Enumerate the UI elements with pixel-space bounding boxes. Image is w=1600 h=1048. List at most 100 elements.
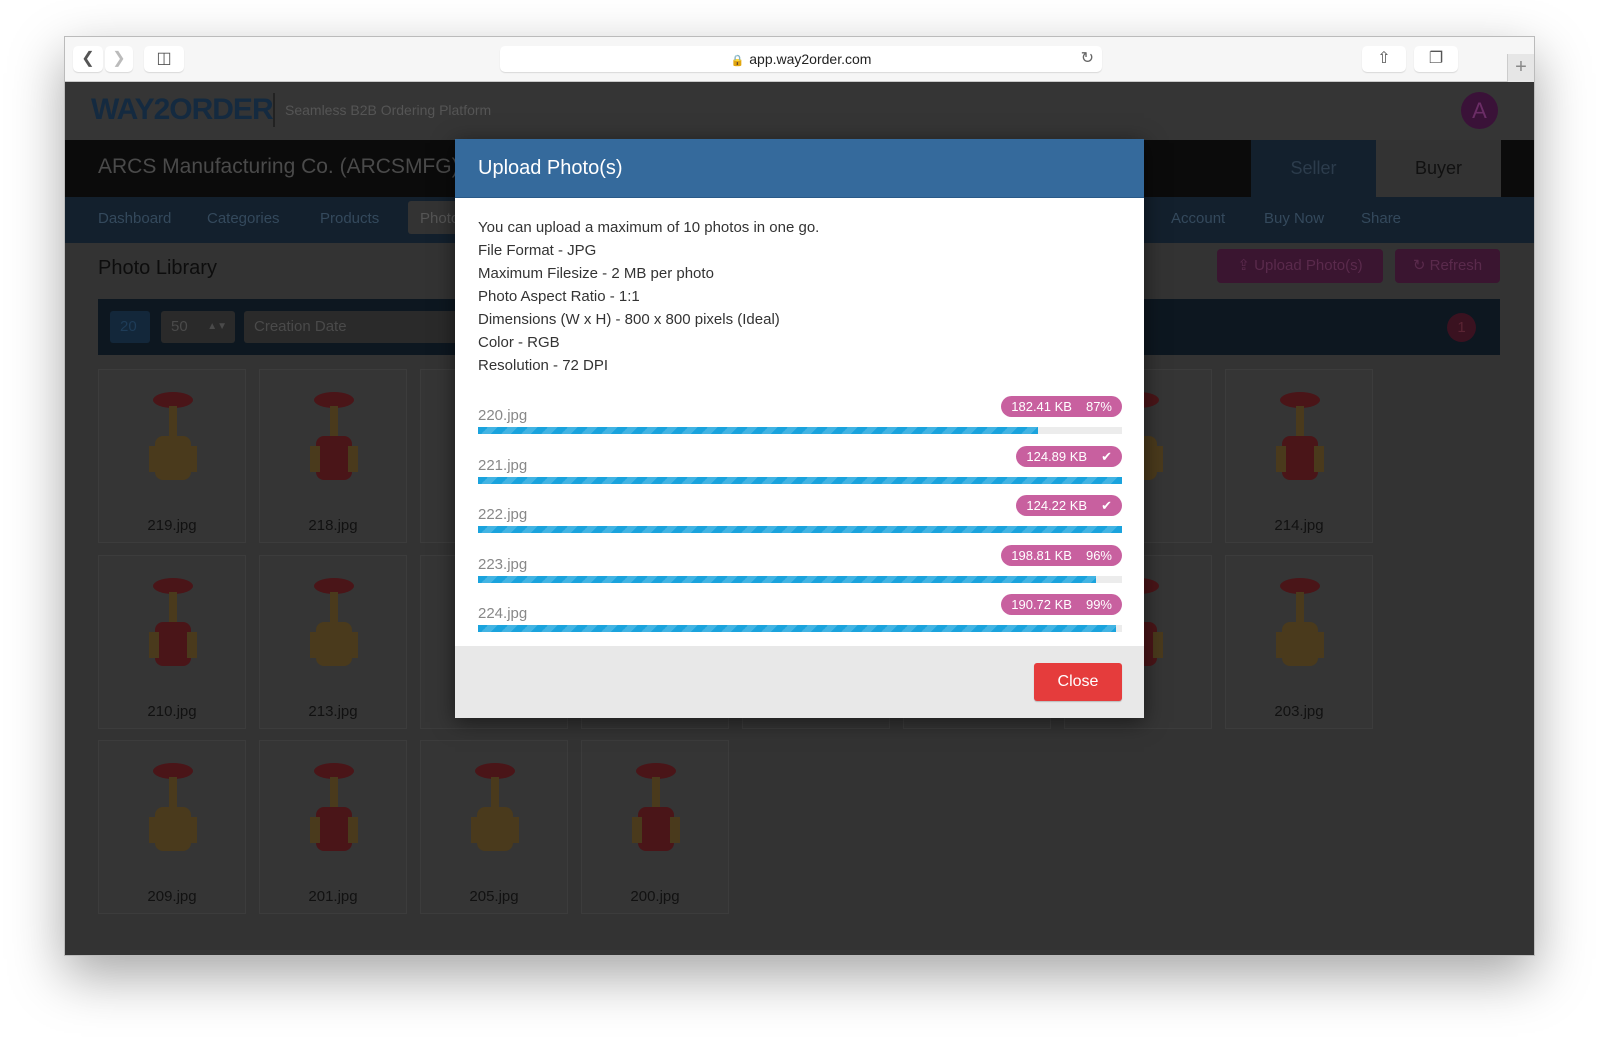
refresh-icon: ↻	[1412, 257, 1430, 274]
valve-thumbnail	[310, 392, 358, 480]
file-status-badge: 182.41 KB 87%	[1001, 396, 1122, 417]
file-status-badge: 190.72 KB 99%	[1001, 594, 1122, 615]
new-tab-icon[interactable]: +	[1507, 54, 1534, 82]
address-bar[interactable]: 🔒 app.way2order.com ↻	[500, 46, 1102, 72]
valve-thumbnail	[149, 392, 197, 480]
nav-categories[interactable]: Categories	[207, 210, 280, 227]
forward-icon[interactable]: ❯	[105, 46, 133, 72]
photo-filename: 214.jpg	[1274, 517, 1324, 534]
upload-row: 220.jpg 182.41 KB 87%	[478, 394, 1122, 444]
file-percent: 96%	[1085, 547, 1112, 563]
refresh-button[interactable]: ↻ Refresh	[1395, 249, 1500, 283]
upload-photos-button[interactable]: ⇪ Upload Photo(s)	[1217, 249, 1383, 283]
progress-bar	[478, 575, 1122, 583]
upload-list: 220.jpg 182.41 KB 87% 221.jpg 124.89 KB ✔ …	[478, 394, 1122, 642]
check-icon: ✔	[1101, 448, 1112, 464]
photo-tile[interactable]: 200.jpg	[581, 740, 729, 914]
nav-share[interactable]: Share	[1361, 210, 1401, 227]
upload-modal: Upload Photo(s) You can upload a maximum…	[455, 139, 1144, 718]
photo-tile[interactable]: 219.jpg	[98, 369, 246, 543]
file-size: 198.81 KB	[1011, 547, 1072, 563]
photo-tile[interactable]: 213.jpg	[259, 555, 407, 729]
valve-thumbnail	[471, 763, 519, 851]
share-icon[interactable]: ⇧	[1362, 46, 1406, 72]
modal-title: Upload Photo(s)	[455, 139, 1144, 198]
avatar[interactable]: A	[1461, 92, 1498, 129]
photo-tile[interactable]: 201.jpg	[259, 740, 407, 914]
upload-row: 224.jpg 190.72 KB 99%	[478, 592, 1122, 642]
file-name: 222.jpg	[478, 506, 528, 523]
tabs-icon[interactable]: ❐	[1414, 46, 1458, 72]
tagline: Seamless B2B Ordering Platform	[273, 93, 491, 127]
photo-tile[interactable]: 205.jpg	[420, 740, 568, 914]
photo-tile[interactable]: 203.jpg	[1225, 555, 1373, 729]
upload-info: You can upload a maximum of 10 photos in…	[478, 216, 1122, 377]
per-page-select[interactable]: 50 ▲▼	[161, 311, 235, 343]
upload-label: Upload Photo(s)	[1254, 257, 1363, 274]
role-seller[interactable]: Seller	[1251, 140, 1376, 197]
valve-thumbnail	[310, 763, 358, 851]
logo[interactable]: WAY2ORDER	[91, 93, 274, 127]
url-text: app.way2order.com	[749, 51, 872, 67]
upload-row: 223.jpg 198.81 KB 96%	[478, 543, 1122, 593]
progress-bar	[478, 427, 1122, 434]
valve-thumbnail	[310, 578, 358, 666]
file-status-badge: 124.22 KB ✔	[1016, 495, 1122, 516]
info-line: Resolution - 72 DPI	[478, 357, 609, 374]
company-name: ARCS Manufacturing Co. (ARCSMFG)	[98, 155, 459, 178]
nav-buy-now[interactable]: Buy Now	[1264, 210, 1324, 227]
sort-select[interactable]: Creation Date	[244, 311, 464, 343]
file-status-badge: 124.89 KB ✔	[1016, 445, 1122, 467]
page-title: Photo Library	[98, 257, 217, 279]
nav-account[interactable]: Account	[1171, 210, 1225, 227]
info-line: Maximum Filesize - 2 MB per photo	[478, 265, 714, 282]
back-icon[interactable]: ❮	[73, 46, 103, 72]
photo-filename: 203.jpg	[1274, 703, 1324, 720]
file-name: 224.jpg	[478, 605, 528, 622]
close-button[interactable]: Close	[1034, 663, 1122, 701]
reload-icon[interactable]: ↻	[1081, 46, 1094, 72]
photo-filename: 210.jpg	[147, 703, 197, 720]
progress-fill	[478, 625, 1116, 632]
valve-thumbnail	[1276, 392, 1324, 480]
file-name: 220.jpg	[478, 407, 528, 424]
photo-filename: 219.jpg	[147, 517, 197, 534]
photo-tile[interactable]: 209.jpg	[98, 740, 246, 914]
progress-fill	[478, 427, 1039, 434]
refresh-label: Refresh	[1429, 257, 1483, 274]
progress-bar	[478, 526, 1122, 533]
upload-row: 221.jpg 124.89 KB ✔	[478, 444, 1122, 494]
file-size: 190.72 KB	[1011, 597, 1072, 612]
upload-row: 222.jpg 124.22 KB ✔	[478, 493, 1122, 543]
per-page-value: 50	[171, 318, 188, 335]
nav-dashboard[interactable]: Dashboard	[98, 210, 171, 227]
photo-filename: 213.jpg	[308, 703, 358, 720]
info-line: Color - RGB	[478, 334, 560, 351]
valve-thumbnail	[149, 578, 197, 666]
sidebar-icon[interactable]: ◫	[144, 46, 184, 72]
file-size: 124.22 KB	[1026, 498, 1088, 513]
modal-footer: Close	[455, 646, 1144, 718]
photo-tile[interactable]: 210.jpg	[98, 555, 246, 729]
progress-fill	[478, 575, 1097, 583]
photo-tile[interactable]: 218.jpg	[259, 369, 407, 543]
file-name: 221.jpg	[478, 456, 528, 474]
check-icon: ✔	[1101, 498, 1112, 513]
app-header: WAY2ORDER Seamless B2B Ordering Platform…	[65, 83, 1534, 140]
file-name: 223.jpg	[478, 555, 528, 573]
photo-tile[interactable]: 214.jpg	[1225, 369, 1373, 543]
browser-toolbar: ❮ ❯ ◫ 🔒 app.way2order.com ↻ ⇧ ❐ +	[65, 37, 1534, 82]
progress-fill	[478, 476, 1122, 484]
nav-products[interactable]: Products	[320, 210, 379, 227]
info-line: File Format - JPG	[478, 242, 597, 259]
photo-filename: 200.jpg	[630, 888, 680, 905]
info-line: You can upload a maximum of 10 photos in…	[478, 219, 820, 236]
upload-icon: ⇪	[1237, 257, 1255, 274]
role-buyer[interactable]: Buyer	[1376, 140, 1501, 197]
file-status-badge: 198.81 KB 96%	[1001, 544, 1122, 566]
file-percent: 99%	[1085, 597, 1112, 612]
info-line: Dimensions (W x H) - 800 x 800 pixels (I…	[478, 311, 780, 328]
progress-bar	[478, 625, 1122, 632]
photo-filename: 218.jpg	[308, 517, 358, 534]
notification-badge: 1	[1447, 313, 1476, 342]
